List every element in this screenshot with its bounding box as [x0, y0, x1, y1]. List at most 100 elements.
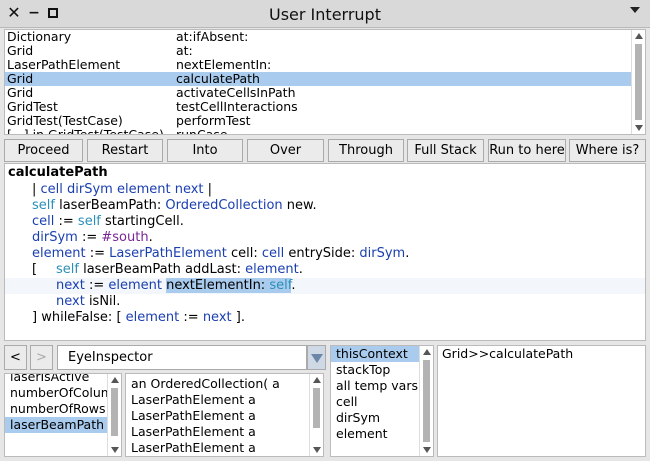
- inspector-value-line: an OrderedCollection( a: [131, 376, 280, 391]
- where-is-button[interactable]: Where is?: [569, 139, 646, 162]
- method-name: calculatePath: [8, 165, 108, 180]
- frame-class: Grid: [7, 43, 34, 58]
- scroll-thumb[interactable]: [313, 388, 320, 428]
- inspector-value-line: LaserPathElement a: [131, 408, 256, 423]
- scroll-thumb[interactable]: [111, 388, 118, 436]
- run-to-here-button[interactable]: Run to here: [488, 139, 566, 162]
- fields-scrollbar[interactable]: [107, 374, 121, 456]
- forward-button[interactable]: >: [30, 345, 53, 370]
- inspector-value-line: LaserPathElement a: [131, 392, 256, 407]
- inspector-field-item[interactable]: numberOfRows: [5, 401, 107, 417]
- context-variables-list[interactable]: thisContext stackTop all temp vars cell dirS…: [330, 345, 434, 457]
- stack-frame-row[interactable]: Grid at:: [5, 44, 645, 58]
- context-value-pane[interactable]: Grid>>calculatePath: [437, 345, 646, 457]
- frame-selector: nextElementIn:: [176, 57, 272, 72]
- stack-frame-row[interactable]: Dictionary at:ifAbsent:: [5, 30, 645, 44]
- stack-frame-row[interactable]: GridTest(TestCase) performTest: [5, 114, 645, 128]
- scroll-up-icon[interactable]: [111, 377, 119, 383]
- window-title: User Interrupt: [269, 5, 381, 24]
- code-line-8: next isNil.: [56, 294, 120, 310]
- temps-bar-close: |: [203, 182, 213, 197]
- scroll-up-icon[interactable]: [423, 349, 431, 355]
- code-line-6-open: [: [32, 262, 38, 277]
- scroll-down-icon[interactable]: [111, 447, 119, 453]
- code-token: element: [32, 246, 86, 261]
- code-line-4: dirSym := #south.: [32, 230, 153, 246]
- context-variable-item[interactable]: stackTop: [331, 362, 419, 378]
- context-variable-item[interactable]: all temp vars: [331, 378, 419, 394]
- code-line-2: self laserBeamPath: OrderedCollection ne…: [32, 198, 317, 214]
- stack-frame-row[interactable]: Grid activateCellsInPath: [5, 86, 645, 100]
- context-variable-item[interactable]: dirSym: [331, 410, 419, 426]
- stack-frame-row[interactable]: GridTest testCellInteractions: [5, 100, 645, 114]
- context-variable-item[interactable]: thisContext: [331, 346, 419, 362]
- scroll-down-icon[interactable]: [423, 447, 431, 453]
- code-token: .: [405, 246, 410, 261]
- code-token: :=: [77, 230, 102, 245]
- code-token: .: [291, 278, 296, 293]
- inspector-field-item[interactable]: laserBeamPath: [5, 417, 107, 433]
- restart-button[interactable]: Restart: [87, 139, 163, 162]
- back-button[interactable]: <: [4, 345, 27, 370]
- context-variable-item[interactable]: cell: [331, 394, 419, 410]
- window-titlebar[interactable]: ✕ − User Interrupt: [0, 0, 650, 28]
- into-button[interactable]: Into: [167, 139, 243, 162]
- code-token: cell:: [226, 246, 262, 261]
- stack-scrollbar[interactable]: [631, 30, 645, 134]
- code-token: laserBeamPath addLast:: [78, 262, 246, 277]
- inspector-field-item[interactable]: numberOfColumns: [5, 385, 121, 401]
- code-token: LaserPathElement: [109, 246, 227, 261]
- code-editor[interactable]: calculatePath | cell dirSym element next…: [4, 163, 646, 341]
- temps-names: cell dirSym element next: [40, 182, 204, 197]
- scroll-thumb[interactable]: [423, 360, 430, 442]
- code-token: laserBeamPath:: [54, 198, 166, 213]
- stack-frame-row[interactable]: [...] in GridTest(TestCase) runCase: [5, 128, 645, 135]
- context-scrollbar[interactable]: [419, 346, 433, 456]
- code-token: #south: [101, 230, 149, 245]
- stack-frame-row[interactable]: LaserPathElement nextElementIn:: [5, 58, 645, 72]
- value-scrollbar[interactable]: [309, 374, 323, 456]
- code-token: self: [77, 214, 101, 229]
- code-token: self: [269, 278, 292, 293]
- context-variable-item[interactable]: element: [331, 426, 419, 442]
- code-token: dirSym: [32, 230, 78, 245]
- frame-selector: testCellInteractions: [176, 99, 298, 114]
- dropdown-arrow-icon[interactable]: [307, 345, 326, 370]
- over-button[interactable]: Over: [247, 139, 324, 162]
- code-token: self: [32, 198, 55, 213]
- code-line-3: cell := self startingCell.: [32, 214, 184, 230]
- code-line-7: next := element nextElementIn: self.: [56, 278, 295, 294]
- frame-class: GridTest: [7, 99, 58, 114]
- frame-selector: performTest: [176, 113, 251, 128]
- scroll-up-icon[interactable]: [313, 377, 321, 383]
- stack-list[interactable]: Dictionary at:ifAbsent: Grid at: LaserPathEl…: [4, 29, 646, 135]
- code-token: dirSym: [359, 246, 406, 261]
- code-token: ] whileFalse: [: [32, 310, 126, 325]
- code-line-temps: | cell dirSym element next |: [32, 182, 212, 198]
- code-token: :=: [54, 214, 78, 229]
- proceed-button[interactable]: Proceed: [4, 139, 83, 162]
- frame-class: Grid: [7, 71, 34, 86]
- scroll-down-icon[interactable]: [635, 125, 643, 131]
- inspector-value-line: LaserPathElement a: [131, 440, 256, 455]
- code-token: next: [202, 310, 232, 325]
- code-line-9: ] whileFalse: [ element := next ].: [32, 310, 245, 326]
- frame-selector: runCase: [176, 127, 228, 135]
- scroll-thumb[interactable]: [635, 44, 642, 120]
- code-token: next: [56, 278, 85, 293]
- through-button[interactable]: Through: [328, 139, 404, 162]
- frame-class: Grid: [7, 85, 34, 100]
- inspector-value-pane[interactable]: an OrderedCollection( a LaserPathElement …: [125, 373, 324, 457]
- frame-class: GridTest(TestCase): [7, 113, 123, 128]
- inspector-field-item[interactable]: laserIsActive: [5, 374, 107, 385]
- inspector-fields-list[interactable]: laserIsActive numberOfColumns numberOfRows…: [4, 373, 122, 457]
- full-stack-button[interactable]: Full Stack: [407, 139, 484, 162]
- frame-class: [...] in GridTest(TestCase): [7, 127, 164, 135]
- stack-frame-row[interactable]: Grid calculatePath: [5, 72, 645, 86]
- window-menu-icon[interactable]: [630, 7, 640, 13]
- scroll-down-icon[interactable]: [313, 447, 321, 453]
- scroll-up-icon[interactable]: [635, 33, 643, 39]
- code-token: startingCell.: [100, 214, 184, 229]
- frame-selector: activateCellsInPath: [176, 85, 296, 100]
- inspector-select[interactable]: EyeInspector: [57, 345, 307, 370]
